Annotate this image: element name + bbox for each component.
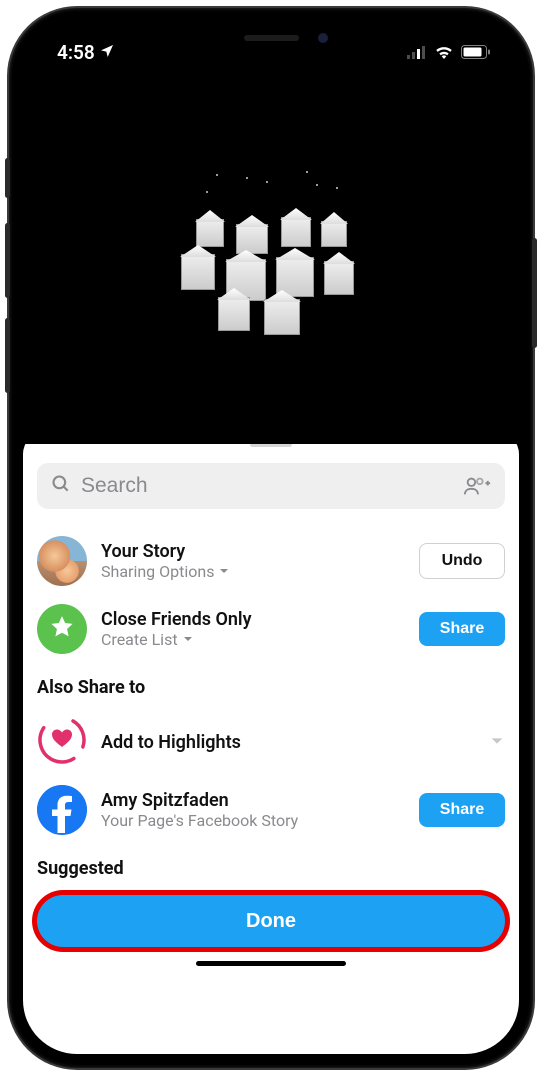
volume-down-button xyxy=(5,318,10,393)
undo-button[interactable]: Undo xyxy=(419,543,505,579)
mute-switch xyxy=(5,158,10,198)
chevron-down-icon xyxy=(182,630,194,649)
volume-up-button xyxy=(5,223,10,298)
preview-image xyxy=(156,169,386,349)
suggested-header: Suggested xyxy=(23,844,519,889)
done-button[interactable]: Done xyxy=(37,895,505,947)
search-icon xyxy=(51,474,71,498)
status-time: 4:58 xyxy=(57,41,95,64)
highlights-avatar xyxy=(37,717,87,767)
story-preview xyxy=(23,74,519,444)
battery-icon xyxy=(461,45,491,59)
row-subtitle[interactable]: Create List xyxy=(101,630,405,649)
your-story-row[interactable]: Your Story Sharing Options Undo xyxy=(37,527,505,595)
star-icon xyxy=(49,614,75,644)
group-add-icon[interactable] xyxy=(463,475,491,497)
also-share-header: Also Share to xyxy=(23,663,519,708)
home-indicator[interactable] xyxy=(196,961,346,966)
facebook-avatar xyxy=(37,785,87,835)
phone-frame: 4:58 xyxy=(9,8,533,1068)
share-sheet: Your Story Sharing Options Undo xyxy=(23,432,519,1054)
chevron-down-icon xyxy=(489,730,505,755)
close-friends-row[interactable]: Close Friends Only Create List Share xyxy=(37,595,505,663)
notch xyxy=(166,22,376,54)
search-input[interactable] xyxy=(81,474,453,498)
close-friends-avatar xyxy=(37,604,87,654)
row-subtitle[interactable]: Sharing Options xyxy=(101,562,405,581)
row-title: Add to Highlights xyxy=(101,732,475,753)
share-button[interactable]: Share xyxy=(419,612,505,646)
heart-icon xyxy=(37,715,87,769)
wifi-icon xyxy=(434,45,454,59)
avatar xyxy=(37,536,87,586)
row-title: Close Friends Only xyxy=(101,609,405,630)
front-camera xyxy=(318,33,328,43)
search-bar[interactable] xyxy=(37,463,505,509)
chevron-down-icon xyxy=(218,562,230,581)
row-subtitle: Your Page's Facebook Story xyxy=(101,811,405,830)
power-button xyxy=(532,238,537,348)
share-button[interactable]: Share xyxy=(419,793,505,827)
location-arrow-icon xyxy=(99,41,115,64)
screen: 4:58 xyxy=(23,22,519,1054)
row-title: Amy Spitzfaden xyxy=(101,790,405,811)
speaker xyxy=(244,35,299,41)
facebook-icon xyxy=(37,785,87,835)
add-to-highlights-row[interactable]: Add to Highlights xyxy=(37,708,505,776)
facebook-story-row[interactable]: Amy Spitzfaden Your Page's Facebook Stor… xyxy=(37,776,505,844)
row-title: Your Story xyxy=(101,541,405,562)
cellular-signal-icon xyxy=(407,45,427,59)
